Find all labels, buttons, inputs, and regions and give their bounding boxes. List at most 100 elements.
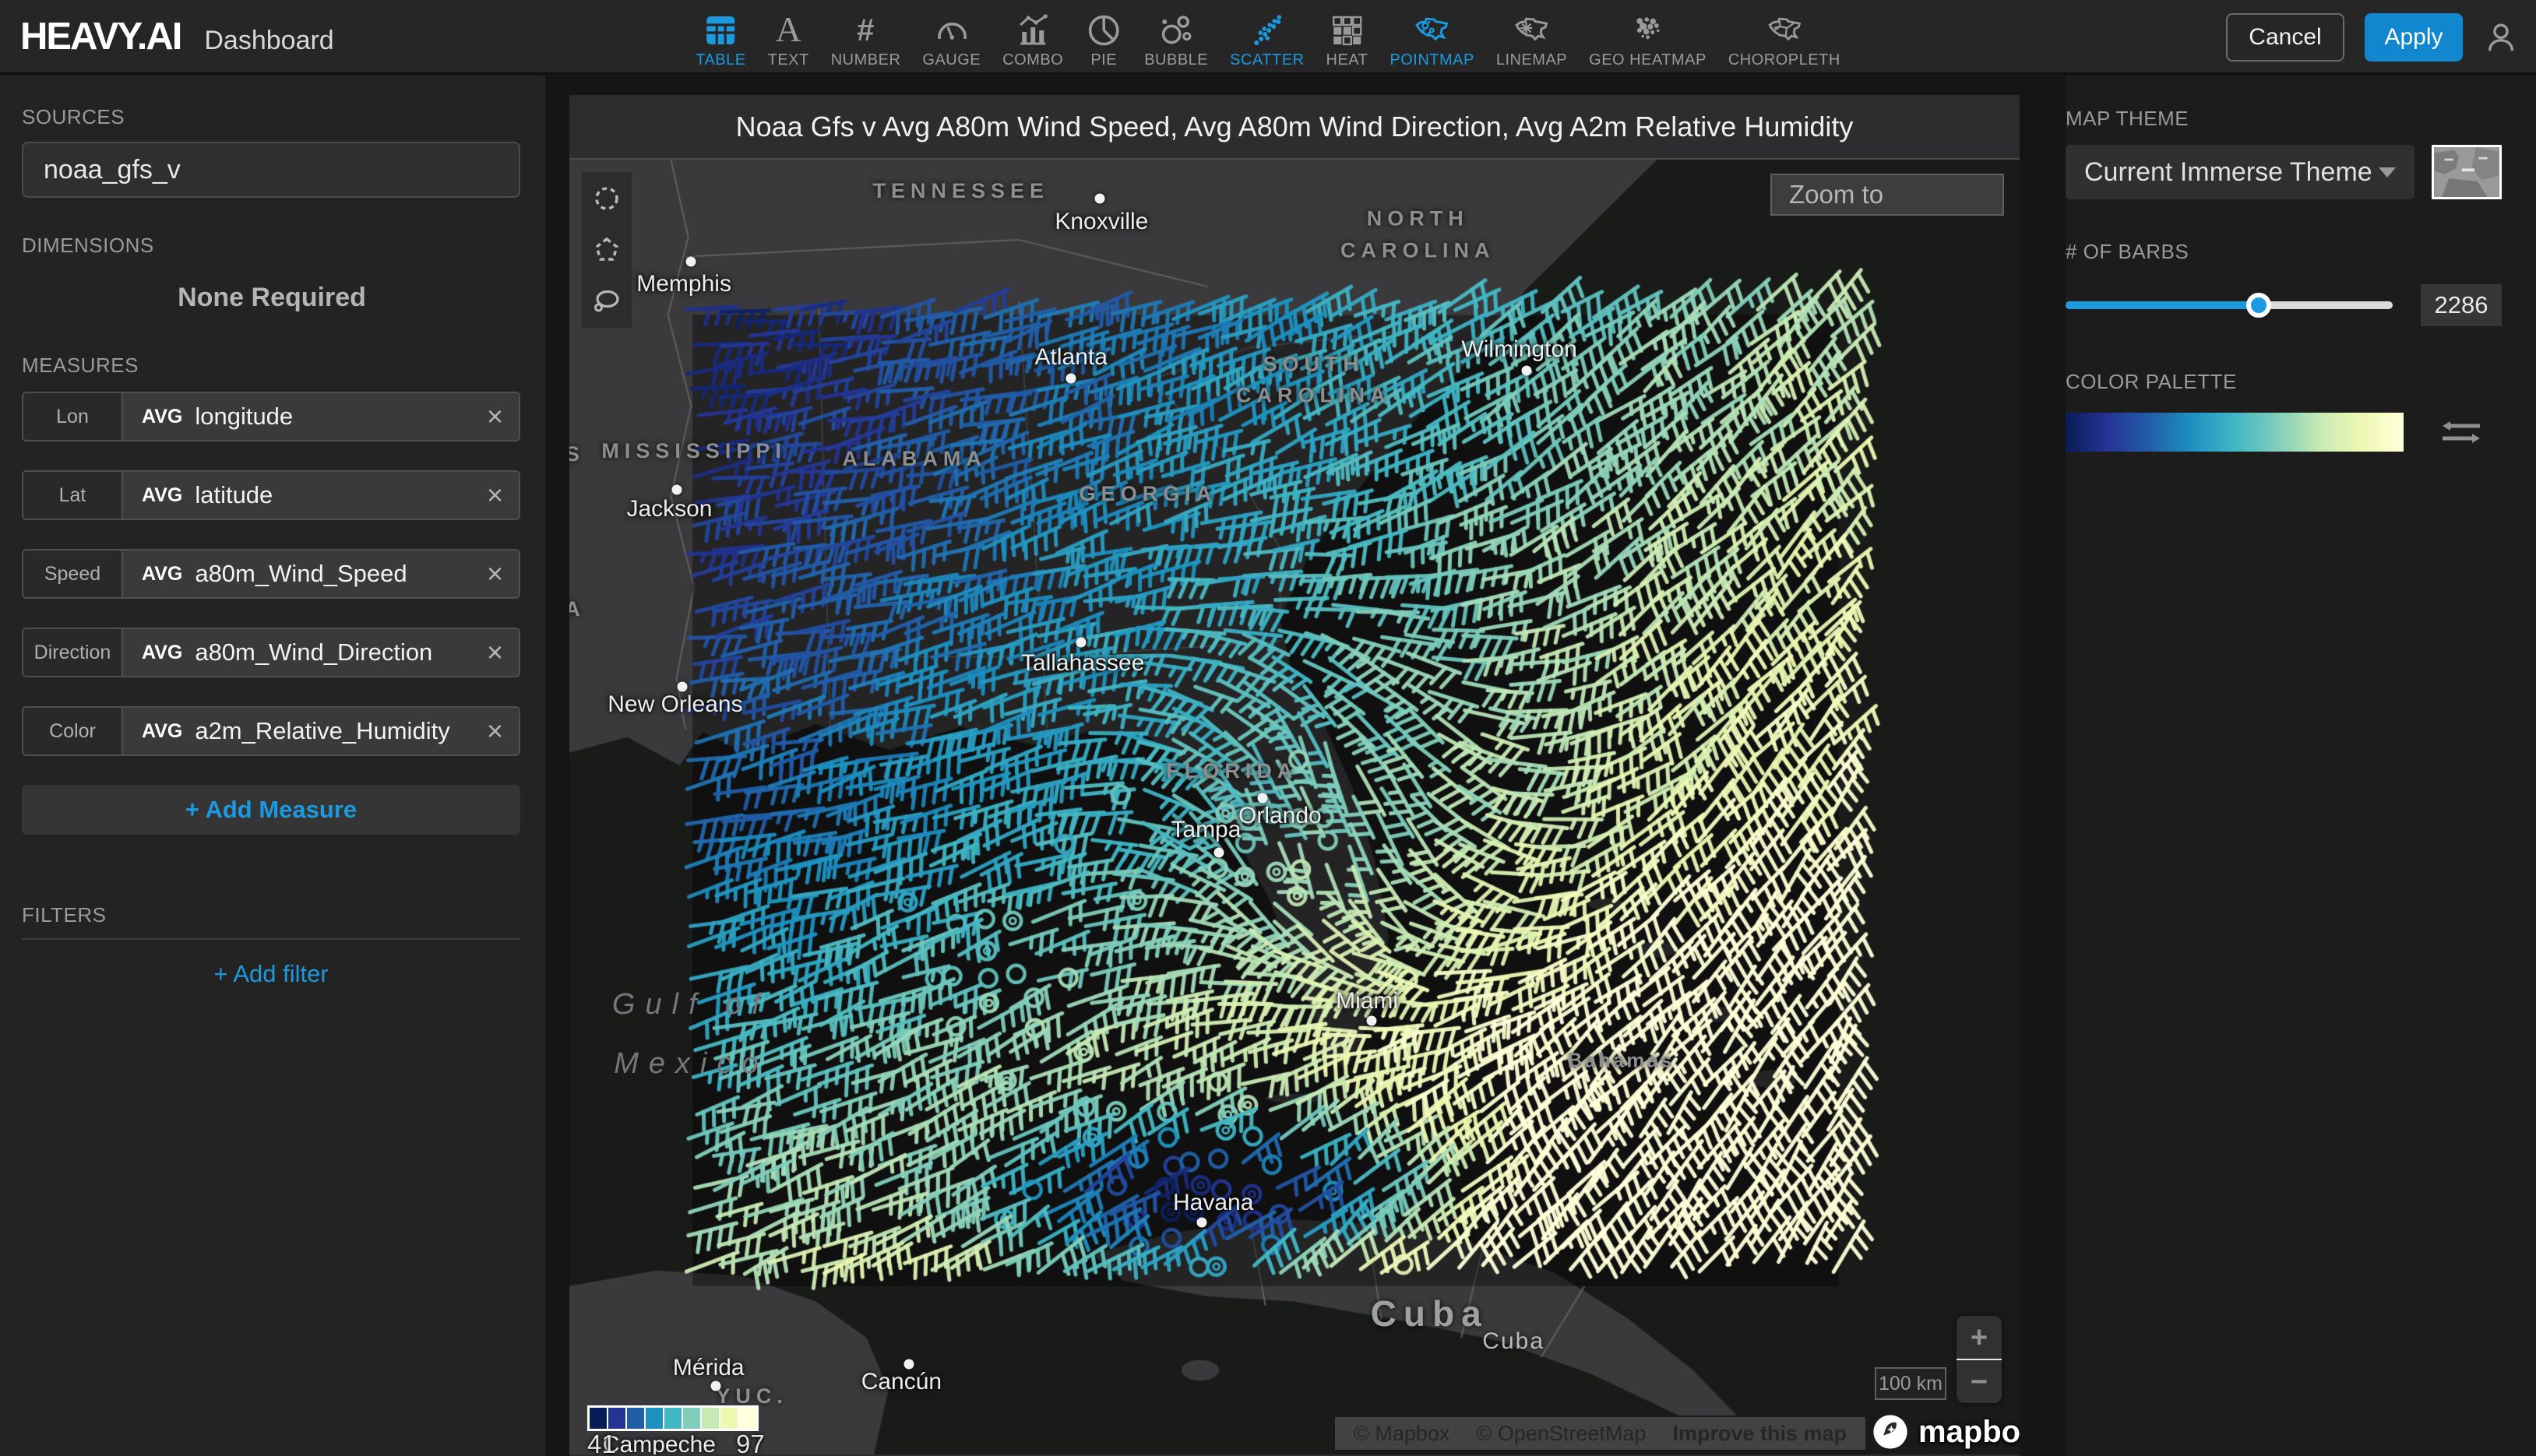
measure-row-lat[interactable]: LatAVGlatitude× bbox=[22, 470, 520, 520]
chart-type-heat[interactable]: HEAT bbox=[1326, 12, 1368, 69]
map-theme-label: MAP THEME bbox=[2066, 107, 2536, 131]
measure-aggregate: AVG bbox=[142, 484, 182, 507]
remove-measure-icon[interactable]: × bbox=[487, 717, 503, 745]
top-bar: HEAVY.AI Dashboard TABLE A TEXT # NUMBER GAUG… bbox=[0, 0, 2536, 74]
legend-swatch bbox=[627, 1408, 644, 1429]
mapbox-logo-icon bbox=[1870, 1412, 1911, 1452]
color-palette-label: COLOR PALETTE bbox=[2066, 370, 2536, 394]
measure-row-speed[interactable]: SpeedAVGa80m_Wind_Speed× bbox=[22, 549, 520, 599]
map-body: TENNESSEENORTH CAROLINASOUTH CAROLINAMIS… bbox=[569, 160, 2020, 1454]
chart-type-scatter[interactable]: SCATTER bbox=[1230, 12, 1304, 69]
chart-type-choropleth[interactable]: CHOROPLETH bbox=[1728, 12, 1840, 69]
linemap-chart-icon bbox=[1513, 12, 1550, 49]
draw-circle-icon[interactable] bbox=[591, 183, 622, 214]
apply-button[interactable]: Apply bbox=[2365, 13, 2463, 62]
draw-lasso-icon[interactable] bbox=[591, 286, 622, 317]
table-chart-icon bbox=[702, 12, 739, 49]
attribution-osm[interactable]: © OpenStreetMap bbox=[1476, 1422, 1646, 1446]
geoheatmap-chart-icon bbox=[1629, 12, 1667, 49]
slider-fill bbox=[2066, 301, 2259, 309]
left-sidebar: SOURCES DIMENSIONS None Required MEASURE… bbox=[0, 76, 545, 1456]
pointmap-canvas[interactable] bbox=[569, 160, 2020, 1454]
chart-type-bubble[interactable]: BUBBLE bbox=[1144, 12, 1208, 69]
cancel-button[interactable]: Cancel bbox=[2226, 13, 2344, 62]
chart-type-pointmap[interactable]: POINTMAP bbox=[1390, 12, 1474, 69]
measure-slot-label: Direction bbox=[23, 629, 123, 676]
chart-type-label: NUMBER bbox=[831, 51, 901, 69]
chart-type-linemap[interactable]: LINEMAP bbox=[1496, 12, 1567, 69]
legend-swatch bbox=[739, 1408, 756, 1429]
chart-type-label: GEO HEATMAP bbox=[1589, 51, 1707, 69]
chart-type-label: LINEMAP bbox=[1496, 51, 1567, 69]
chart-type-label: CHOROPLETH bbox=[1728, 51, 1840, 69]
color-legend bbox=[587, 1405, 759, 1431]
attribution-mapbox[interactable]: © Mapbox bbox=[1354, 1422, 1449, 1446]
zoom-to-button[interactable]: Zoom to bbox=[1770, 174, 2004, 216]
dimensions-label: DIMENSIONS bbox=[22, 234, 522, 258]
user-avatar-icon[interactable] bbox=[2483, 19, 2519, 55]
map-title-bar: Noaa Gfs v Avg A80m Wind Speed, Avg A80m… bbox=[569, 95, 2020, 160]
pointmap-chart-icon bbox=[1414, 12, 1451, 49]
mapbox-logo[interactable]: mapbox bbox=[1870, 1412, 2020, 1452]
dimensions-empty-text: None Required bbox=[22, 283, 522, 313]
measure-field: latitude bbox=[195, 481, 487, 509]
chart-type-label: TABLE bbox=[696, 51, 745, 69]
remove-measure-icon[interactable]: × bbox=[487, 481, 503, 509]
color-palette-bar[interactable] bbox=[2066, 413, 2404, 452]
remove-measure-icon[interactable]: × bbox=[487, 560, 503, 588]
barbs-value: 2286 bbox=[2421, 284, 2502, 326]
slider-thumb[interactable] bbox=[2246, 293, 2271, 318]
barbs-slider[interactable] bbox=[2066, 293, 2393, 318]
legend-swatch bbox=[664, 1408, 682, 1429]
topbar-actions: Cancel Apply bbox=[2226, 0, 2519, 74]
heat-chart-icon bbox=[1328, 12, 1365, 49]
map-scale-indicator: 100 km bbox=[1875, 1367, 1946, 1400]
gauge-chart-icon bbox=[933, 12, 970, 49]
palette-reverse-icon[interactable] bbox=[2439, 415, 2483, 449]
chart-type-text[interactable]: A TEXT bbox=[768, 12, 809, 69]
measure-row-lon[interactable]: LonAVGlongitude× bbox=[22, 392, 520, 441]
add-measure-button[interactable]: + Add Measure bbox=[22, 785, 520, 835]
measures-list: LonAVGlongitude×LatAVGlatitude×SpeedAVGa… bbox=[22, 392, 522, 756]
dashboard-title: Dashboard bbox=[204, 26, 333, 56]
zoom-out-button[interactable]: − bbox=[1957, 1360, 2002, 1403]
legend-swatch bbox=[590, 1408, 607, 1429]
chart-type-number[interactable]: # NUMBER bbox=[831, 12, 901, 69]
measure-row-direction[interactable]: DirectionAVGa80m_Wind_Direction× bbox=[22, 628, 520, 677]
legend-swatch bbox=[646, 1408, 663, 1429]
map-title: Noaa Gfs v Avg A80m Wind Speed, Avg A80m… bbox=[736, 111, 1854, 143]
map-theme-thumbnail[interactable] bbox=[2432, 145, 2502, 199]
map-draw-tools bbox=[582, 172, 632, 328]
measure-aggregate: AVG bbox=[142, 563, 182, 586]
chart-type-gauge[interactable]: GAUGE bbox=[922, 12, 981, 69]
chart-type-label: COMBO bbox=[1002, 51, 1063, 69]
measures-label: MEASURES bbox=[22, 353, 522, 378]
draw-polygon-icon[interactable] bbox=[591, 234, 622, 266]
chart-type-table[interactable]: TABLE bbox=[696, 12, 745, 69]
remove-measure-icon[interactable]: × bbox=[487, 638, 503, 666]
measure-aggregate: AVG bbox=[142, 406, 182, 428]
filters-label: FILTERS bbox=[22, 903, 520, 940]
heavyai-logo: HEAVY.AI Dashboard bbox=[20, 15, 334, 58]
legend-swatch bbox=[702, 1408, 719, 1429]
measure-row-color[interactable]: ColorAVGa2m_Relative_Humidity× bbox=[22, 706, 520, 756]
attribution-improve-link[interactable]: Improve this map bbox=[1672, 1422, 1847, 1446]
measure-field: a80m_Wind_Direction bbox=[195, 638, 487, 666]
chart-type-selector: TABLE A TEXT # NUMBER GAUGE COMBO PIE BUBBLE SCAT… bbox=[696, 0, 1840, 74]
legend-swatch bbox=[608, 1408, 625, 1429]
number-chart-icon: # bbox=[847, 12, 885, 49]
chart-type-label: SCATTER bbox=[1230, 51, 1304, 69]
measure-field: longitude bbox=[195, 403, 487, 431]
zoom-in-button[interactable]: + bbox=[1957, 1316, 2002, 1359]
source-input[interactable] bbox=[22, 142, 520, 198]
chart-type-label: TEXT bbox=[768, 51, 809, 69]
map-theme-select[interactable]: Current Immerse Theme bbox=[2066, 145, 2414, 199]
add-filter-button[interactable]: + Add filter bbox=[22, 960, 520, 988]
svg-text:#: # bbox=[857, 13, 874, 47]
svg-text:A: A bbox=[776, 12, 801, 49]
chart-type-pie[interactable]: PIE bbox=[1085, 12, 1122, 69]
chart-type-geo-heatmap[interactable]: GEO HEATMAP bbox=[1589, 12, 1707, 69]
chart-type-combo[interactable]: COMBO bbox=[1002, 12, 1063, 69]
remove-measure-icon[interactable]: × bbox=[487, 403, 503, 431]
right-panel: MAP THEME Current Immerse Theme # OF BAR… bbox=[2066, 76, 2536, 1456]
